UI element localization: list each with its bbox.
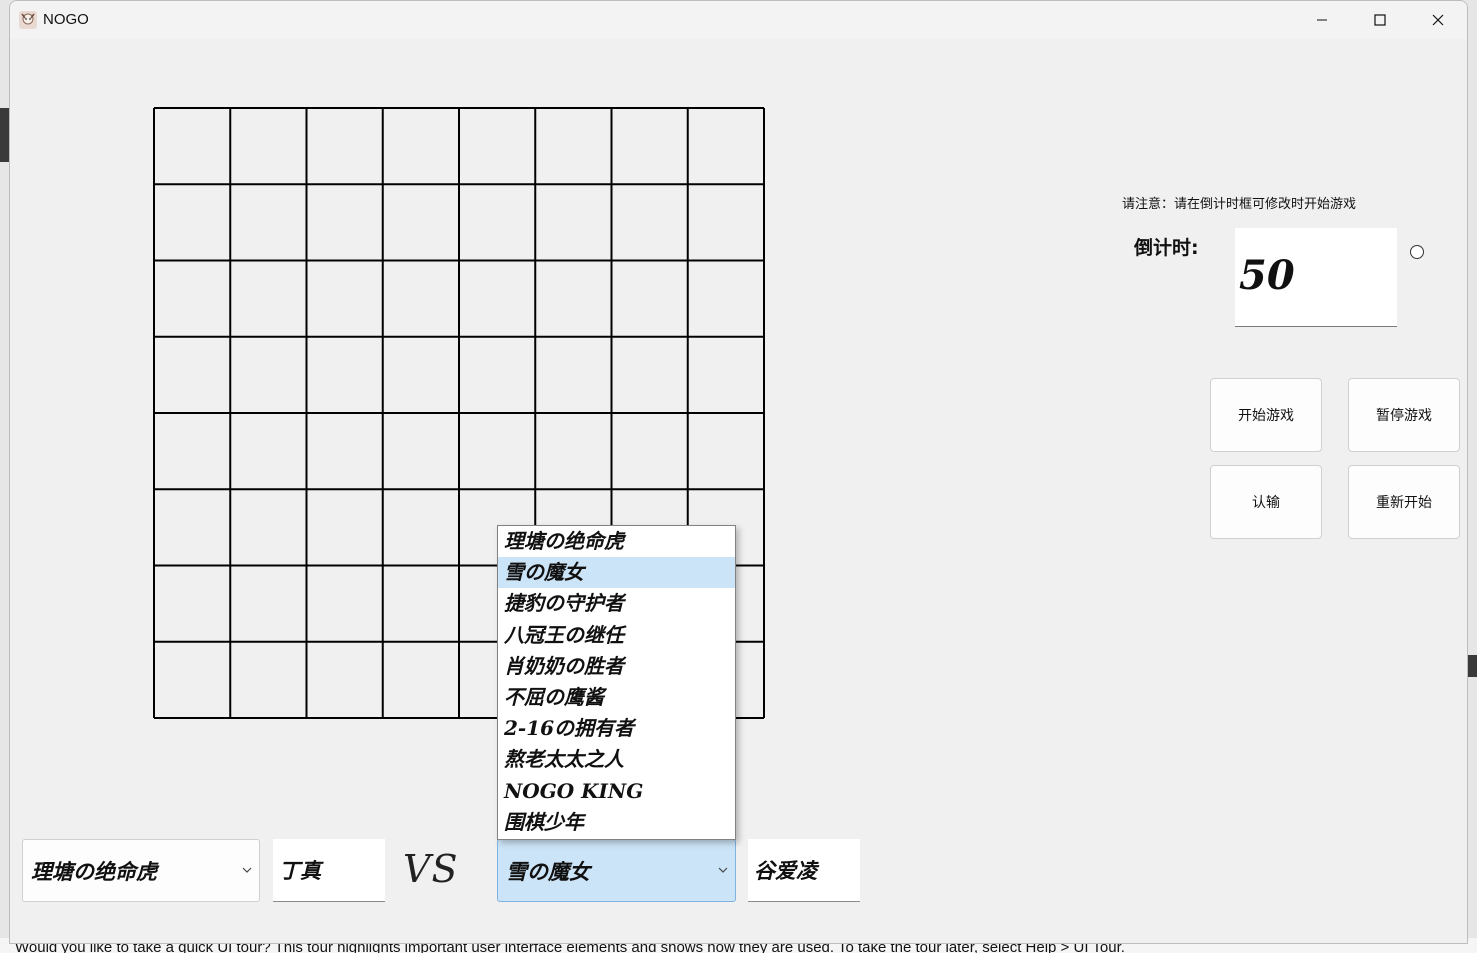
player-dropdown-list[interactable]: 理塘の绝命虎 雪の魔女 捷豹の守护者 八冠王の继任 肖奶奶の胜者 不屈の鹰酱 2… <box>497 525 736 840</box>
chevron-down-icon <box>242 867 252 873</box>
background-strip-left <box>0 108 9 162</box>
close-button[interactable] <box>1409 1 1467 39</box>
restart-button[interactable]: 重新开始 <box>1348 465 1460 539</box>
dropdown-option[interactable]: 理塘の绝命虎 <box>498 526 735 557</box>
background-strip-right <box>1468 655 1477 677</box>
right-player-select-value: 雪の魔女 <box>506 858 590 884</box>
minimize-button[interactable] <box>1293 1 1351 39</box>
left-player-select[interactable]: 理塘の绝命虎 <box>22 839 260 902</box>
dropdown-option[interactable]: 2-16の拥有者 <box>498 713 735 744</box>
dropdown-option[interactable]: 肖奶奶の胜者 <box>498 651 735 682</box>
countdown-input[interactable]: 50 <box>1235 228 1397 327</box>
chevron-down-icon <box>718 867 728 873</box>
app-window: NOGO 请注意：请在倒计时框可修改时开始游戏 倒计时: 50 开始游戏 暂停游… <box>9 0 1468 944</box>
right-player-select[interactable]: 雪の魔女 <box>497 839 736 902</box>
start-game-button[interactable]: 开始游戏 <box>1210 378 1322 452</box>
left-player-select-value: 理塘の绝命虎 <box>31 858 157 884</box>
pause-game-button[interactable]: 暂停游戏 <box>1348 378 1460 452</box>
countdown-label: 倒计时: <box>1134 237 1199 259</box>
countdown-radio[interactable] <box>1410 245 1424 259</box>
title-bar[interactable]: NOGO <box>10 1 1467 39</box>
dropdown-option[interactable]: NOGO KING <box>498 776 735 807</box>
notice-text: 请注意：请在倒计时框可修改时开始游戏 <box>1122 197 1357 212</box>
close-icon <box>1432 14 1444 26</box>
window-title: NOGO <box>43 11 89 28</box>
app-icon <box>19 11 37 29</box>
dropdown-option[interactable]: 八冠王の继任 <box>498 620 735 651</box>
left-player-name[interactable]: 丁真 <box>273 839 385 902</box>
dropdown-option[interactable]: 熬老太太之人 <box>498 744 735 775</box>
maximize-icon <box>1374 14 1386 26</box>
maximize-button[interactable] <box>1351 1 1409 39</box>
minimize-icon <box>1317 19 1327 21</box>
dropdown-option[interactable]: 不屈の鹰酱 <box>498 682 735 713</box>
right-player-name[interactable]: 谷爱凌 <box>748 839 860 902</box>
dropdown-option[interactable]: 捷豹の守护者 <box>498 588 735 619</box>
vs-label: VS <box>403 847 459 891</box>
dropdown-option[interactable]: 围棋少年 <box>498 807 735 838</box>
resign-button[interactable]: 认输 <box>1210 465 1322 539</box>
dropdown-option-selected[interactable]: 雪の魔女 <box>498 557 735 589</box>
